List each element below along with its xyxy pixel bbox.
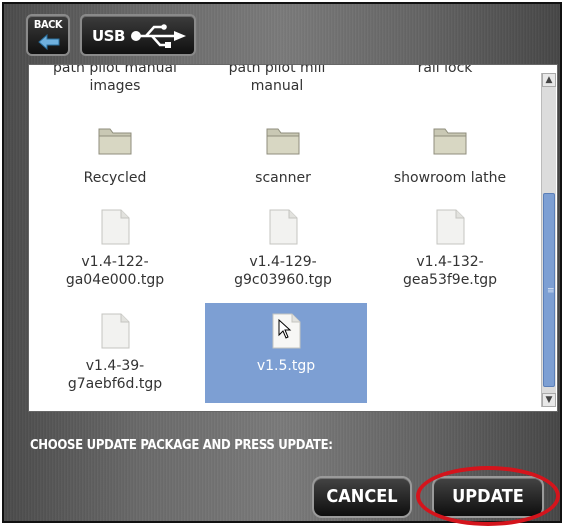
folder-item[interactable]: rail lock xyxy=(369,65,521,105)
file-label: Recycled xyxy=(83,170,147,186)
folder-icon xyxy=(98,128,132,155)
file-label: v1.4-132- gea53f9e.tgp xyxy=(402,254,498,288)
folder-item[interactable]: path pilot mill manual xyxy=(201,65,353,105)
file-label: rail lock xyxy=(417,64,473,76)
folder-icon xyxy=(433,128,467,155)
file-browser[interactable]: path pilot manual images path pilot mill… xyxy=(28,64,558,412)
folder-item[interactable]: scanner xyxy=(213,121,353,191)
usb-label: USB xyxy=(92,27,125,45)
document-icon xyxy=(101,313,130,349)
scroll-up-arrow-icon[interactable]: ▲ xyxy=(542,73,556,87)
file-item[interactable]: v1.4-129- g9c03960.tgp xyxy=(207,205,359,295)
usb-button[interactable]: USB xyxy=(80,14,196,56)
cancel-button[interactable]: CANCEL xyxy=(312,476,412,518)
instruction-text: CHOOSE UPDATE PACKAGE AND PRESS UPDATE: xyxy=(30,438,333,453)
file-label: v1.4-122- ga04e000.tgp xyxy=(65,254,165,288)
file-item-selected[interactable]: v1.5.tgp xyxy=(205,303,367,403)
scrollbar-thumb[interactable]: ≡ xyxy=(543,193,555,387)
file-label: showroom lathe xyxy=(393,170,507,186)
document-icon xyxy=(436,209,465,245)
file-label: path pilot mill manual xyxy=(228,64,326,94)
file-label: v1.4-39- g7aebf6d.tgp xyxy=(67,358,163,392)
file-item[interactable]: v1.4-132- gea53f9e.tgp xyxy=(374,205,526,295)
document-icon xyxy=(269,209,298,245)
grip-icon: ≡ xyxy=(547,286,555,296)
highlight-ring xyxy=(416,466,560,526)
file-item[interactable]: v1.4-39- g7aebf6d.tgp xyxy=(39,309,191,401)
back-button[interactable]: BACK xyxy=(26,14,70,56)
scroll-down-arrow-icon[interactable]: ▼ xyxy=(542,393,556,407)
mouse-cursor-icon xyxy=(278,319,292,339)
document-icon xyxy=(101,209,130,245)
folder-item[interactable]: path pilot manual images xyxy=(39,65,191,105)
file-label: v1.5.tgp xyxy=(256,358,316,374)
usb-icon xyxy=(131,24,186,48)
back-label: BACK xyxy=(33,18,63,31)
file-label: v1.4-129- g9c03960.tgp xyxy=(234,254,332,288)
file-label: path pilot manual images xyxy=(53,64,177,94)
file-item[interactable]: v1.4-122- ga04e000.tgp xyxy=(39,205,191,295)
vertical-scrollbar[interactable]: ▲ ≡ ▼ xyxy=(541,73,556,407)
folder-item[interactable]: showroom lathe xyxy=(374,121,526,191)
back-arrow-icon xyxy=(38,34,60,50)
file-label: scanner xyxy=(255,170,311,186)
folder-icon xyxy=(266,128,300,155)
dialog-frame: BACK USB path pilot manual images path p… xyxy=(2,2,562,526)
folder-item[interactable]: Recycled xyxy=(39,121,191,191)
